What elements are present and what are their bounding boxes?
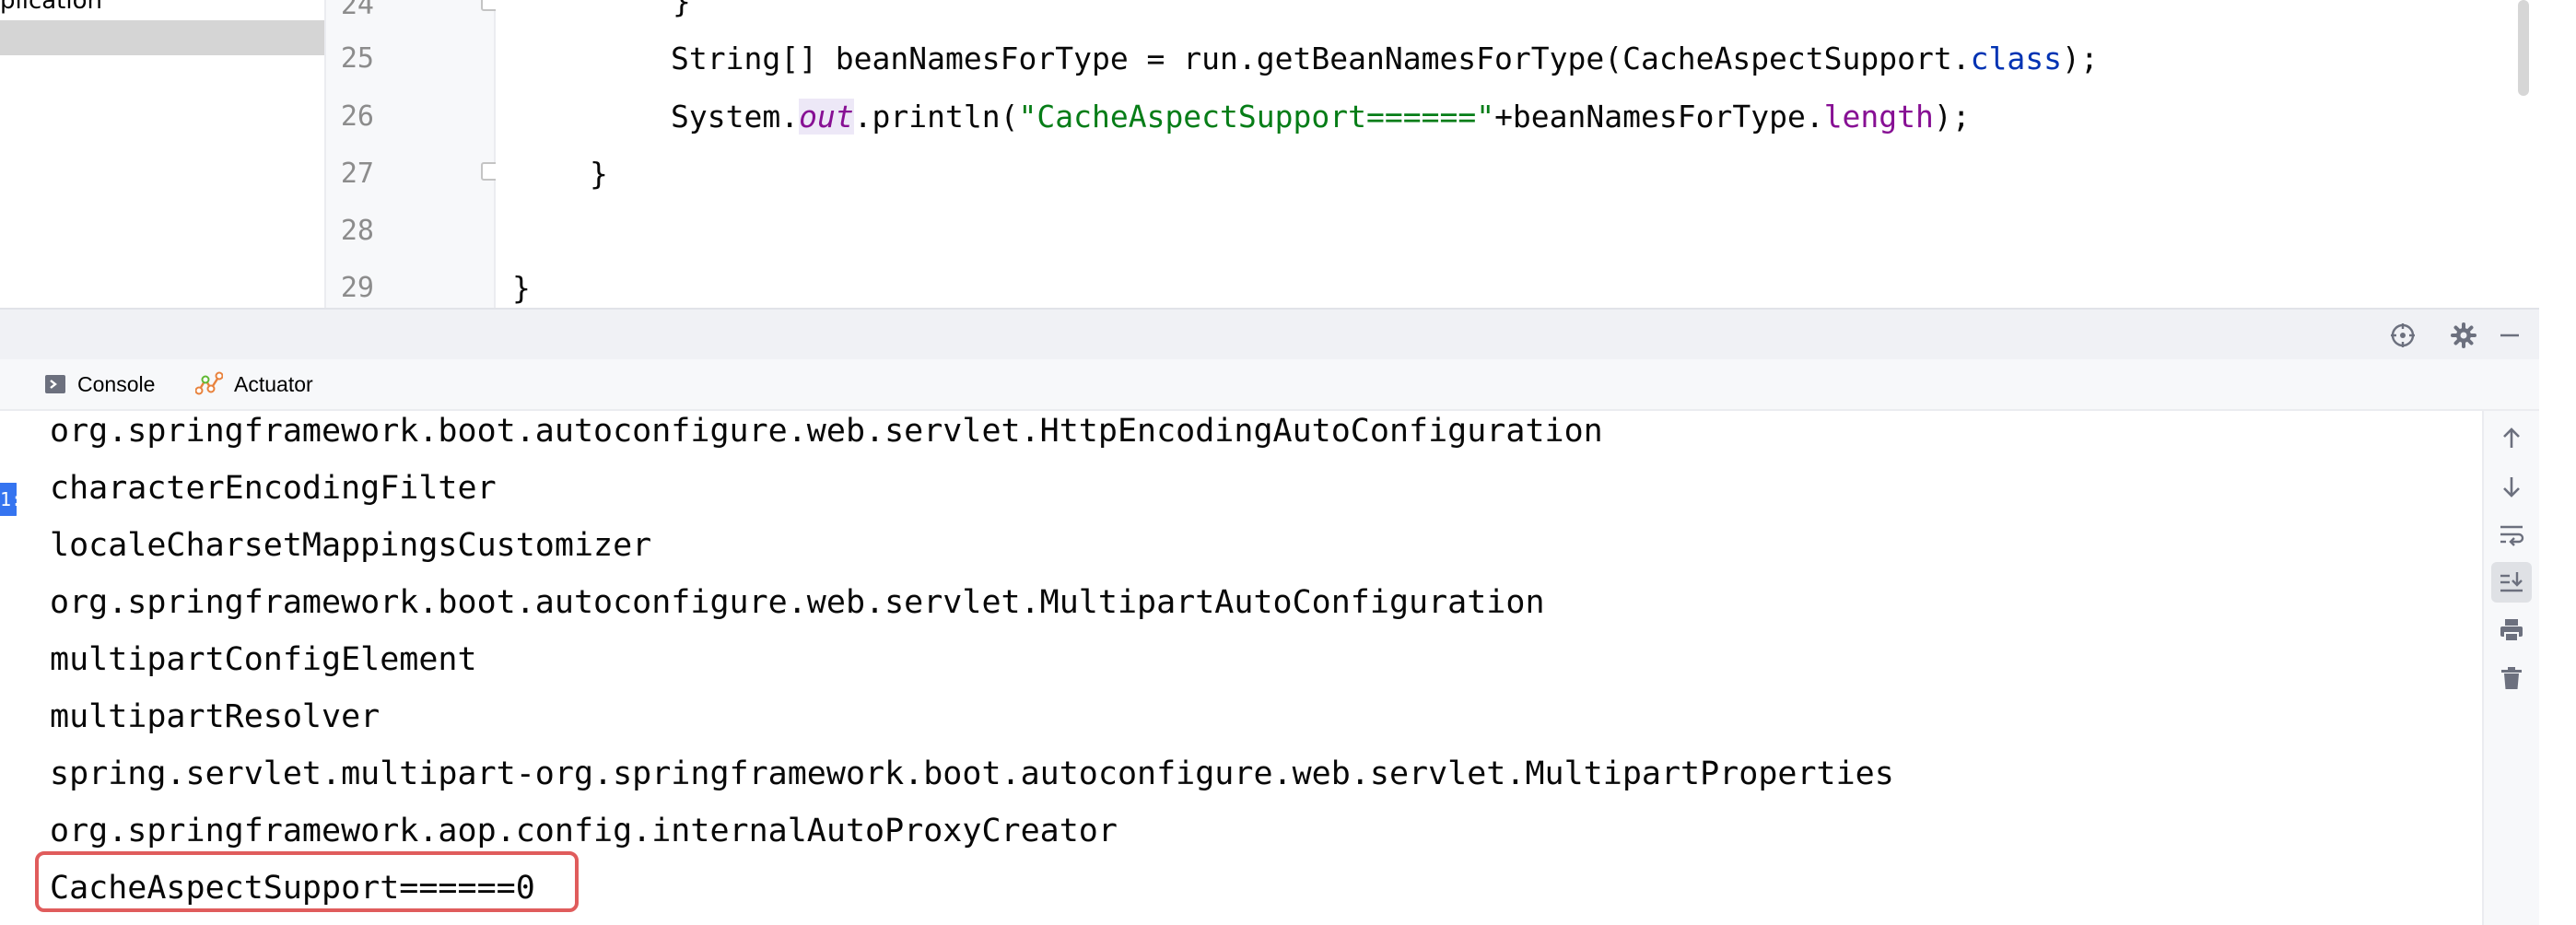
code-text: +beanNamesForType. — [1494, 99, 1824, 135]
tool-window-tabs: Console Actuator — [0, 359, 2539, 411]
minimize-button[interactable] — [2493, 319, 2526, 352]
line-number: 27 — [340, 158, 374, 190]
scroll-up-button[interactable] — [2491, 418, 2532, 459]
settings-button[interactable] — [2447, 319, 2480, 352]
actuator-icon — [195, 370, 223, 398]
code-line-25: String[] beanNamesForType = run.getBeanN… — [671, 41, 2099, 77]
project-tree-panel: plication — [0, 0, 326, 308]
line-number: 28 — [340, 215, 374, 247]
locate-button[interactable] — [2386, 319, 2419, 352]
code-editor[interactable]: } String[] beanNamesForType = run.getBea… — [496, 0, 2523, 308]
highlight-annotation-box — [35, 851, 579, 912]
console-line: localeCharsetMappingsCustomizer — [50, 527, 652, 564]
tab-label: Actuator — [234, 371, 313, 396]
project-tree-selected-row[interactable] — [0, 20, 324, 55]
code-text: .println( — [853, 99, 1019, 135]
line-number: 24 — [340, 0, 374, 21]
line-number: 29 — [340, 272, 374, 304]
gear-icon — [2451, 322, 2476, 348]
string-literal-token: "CacheAspectSupport======" — [1018, 99, 1495, 135]
console-toolbar — [2482, 411, 2539, 925]
editor-gutter: 24 25 26 27 28 29 — [326, 0, 501, 308]
console-output[interactable]: org.springframework.boot.autoconfigure.w… — [17, 411, 2482, 925]
line-number: 26 — [340, 100, 374, 133]
scroll-down-button[interactable] — [2491, 466, 2532, 507]
console-line: multipartResolver — [50, 698, 381, 735]
code-line-26: System.out.println("CacheAspectSupport==… — [671, 99, 1971, 135]
console-line: org.springframework.boot.autoconfigure.w… — [50, 584, 1545, 621]
console-line: characterEncodingFilter — [50, 470, 497, 507]
soft-wrap-icon — [2500, 525, 2524, 546]
tab-console[interactable]: Console — [20, 359, 164, 409]
trash-icon — [2501, 667, 2522, 689]
code-text: String[] beanNamesForType = run.getBeanN… — [671, 41, 1971, 76]
code-text: ); — [1933, 99, 1971, 135]
static-field-token: out — [799, 99, 854, 135]
code-line-27: } — [590, 156, 608, 192]
arrow-down-icon — [2503, 477, 2520, 498]
field-token: length — [1823, 99, 1934, 135]
soft-wrap-button[interactable] — [2491, 514, 2532, 555]
minimize-icon — [2500, 334, 2519, 337]
clear-all-button[interactable] — [2491, 658, 2532, 698]
crosshair-icon — [2391, 323, 2415, 347]
console-line: spring.servlet.multipart-org.springframe… — [50, 755, 1894, 792]
window-right-edge — [2539, 0, 2576, 925]
line-number: 25 — [340, 42, 374, 75]
print-button[interactable] — [2491, 610, 2532, 650]
project-tree-item-label[interactable]: plication — [0, 0, 102, 15]
scroll-to-end-button[interactable] — [2491, 562, 2532, 603]
console-line: org.springframework.aop.config.internalA… — [50, 813, 1118, 849]
console-line: multipartConfigElement — [50, 641, 477, 678]
code-line-24: } — [673, 0, 691, 19]
code-line-29: } — [512, 270, 531, 306]
tab-label: Console — [77, 371, 156, 396]
console-line: org.springframework.boot.autoconfigure.w… — [50, 413, 1603, 450]
arrow-up-icon — [2503, 427, 2520, 448]
keyword-token: class — [1970, 41, 2062, 76]
left-edge-badge[interactable]: 1: — [0, 483, 18, 516]
code-text: ); — [2061, 41, 2099, 76]
scroll-to-end-icon — [2500, 572, 2523, 592]
print-icon — [2500, 619, 2523, 642]
code-text: System. — [671, 99, 800, 135]
console-icon — [44, 373, 66, 395]
tab-actuator[interactable]: Actuator — [188, 359, 322, 409]
tool-window-header — [0, 308, 2539, 359]
editor-scrollbar-thumb[interactable] — [2518, 0, 2529, 96]
